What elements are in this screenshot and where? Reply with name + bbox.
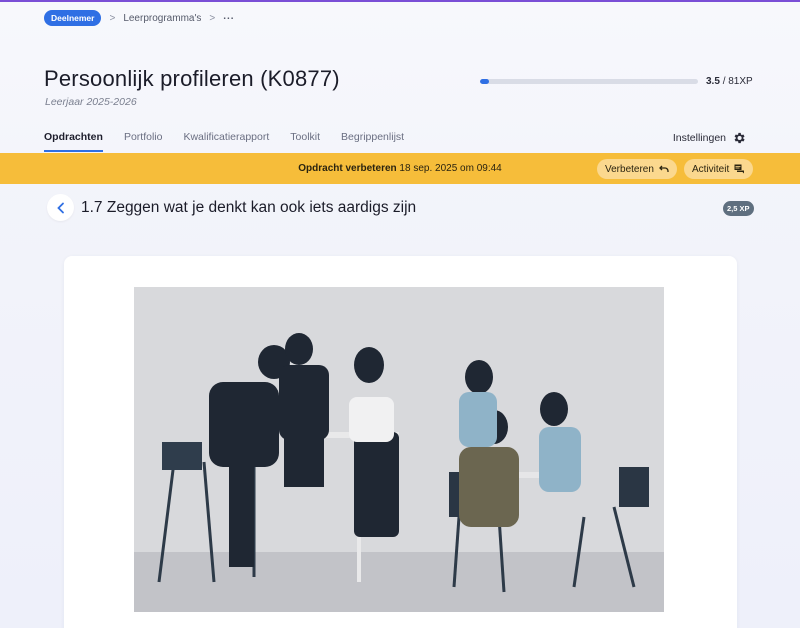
app-frame: Deelnemer > Leerprogramma's > ... Persoo… bbox=[0, 0, 800, 628]
chevron-left-icon bbox=[56, 202, 64, 213]
alert-text: Opdracht verbeteren 18 sep. 2025 om 09:4… bbox=[0, 163, 800, 174]
alert-title: Opdracht verbeteren bbox=[298, 163, 397, 174]
settings-label: Instellingen bbox=[672, 132, 726, 144]
chat-icon bbox=[734, 164, 745, 174]
breadcrumb-item-leerprogrammas[interactable]: Leerprogramma's bbox=[123, 13, 201, 24]
page-subtitle: Leerjaar 2025-2026 bbox=[45, 96, 137, 108]
settings-button[interactable]: Instellingen bbox=[673, 131, 746, 145]
xp-progress: 3.5 / 81XP bbox=[480, 74, 754, 88]
breadcrumb-more[interactable]: ... bbox=[223, 11, 234, 22]
tab-portfolio[interactable]: Portfolio bbox=[124, 131, 163, 152]
undo-icon bbox=[659, 165, 669, 172]
back-button[interactable] bbox=[47, 194, 74, 221]
breadcrumb: Deelnemer > Leerprogramma's > ... bbox=[44, 10, 235, 26]
activity-button[interactable]: Activiteit bbox=[684, 159, 754, 179]
assignment-xp-badge: 2,5 XP bbox=[723, 201, 754, 216]
xp-counter: 3.5 / 81XP bbox=[706, 76, 753, 87]
assignment-title: 1.7 Zeggen wat je denkt kan ook iets aar… bbox=[81, 199, 417, 216]
tab-kwalificatierapport[interactable]: Kwalificatierapport bbox=[183, 131, 269, 152]
breadcrumb-separator: > bbox=[209, 12, 216, 24]
tab-begrippenlijst[interactable]: Begrippenlijst bbox=[341, 131, 404, 152]
tab-toolkit[interactable]: Toolkit bbox=[290, 131, 320, 152]
xp-current: 3.5 bbox=[706, 75, 720, 87]
assignment-card bbox=[64, 256, 737, 628]
group-discussion-photo bbox=[134, 287, 664, 612]
assignment-photo bbox=[134, 287, 664, 612]
improvement-alert-bar: Opdracht verbeteren 18 sep. 2025 om 09:4… bbox=[0, 153, 800, 184]
improve-button[interactable]: Verbeteren bbox=[597, 159, 677, 179]
role-badge: Deelnemer bbox=[44, 10, 102, 26]
activity-button-label: Activiteit bbox=[692, 163, 730, 175]
alert-date: 18 sep. 2025 om 09:44 bbox=[399, 163, 502, 174]
breadcrumb-separator: > bbox=[109, 12, 116, 24]
page-title: Persoonlijk profileren (K0877) bbox=[44, 66, 340, 91]
gear-icon bbox=[734, 132, 745, 144]
xp-progress-track bbox=[480, 78, 698, 84]
tab-opdrachten[interactable]: Opdrachten bbox=[44, 131, 103, 152]
xp-total: / 81XP bbox=[722, 75, 753, 87]
xp-progress-fill bbox=[480, 78, 490, 84]
tab-bar: Opdrachten Portfolio Kwalificatierapport… bbox=[44, 131, 404, 152]
improve-button-label: Verbeteren bbox=[605, 163, 654, 175]
